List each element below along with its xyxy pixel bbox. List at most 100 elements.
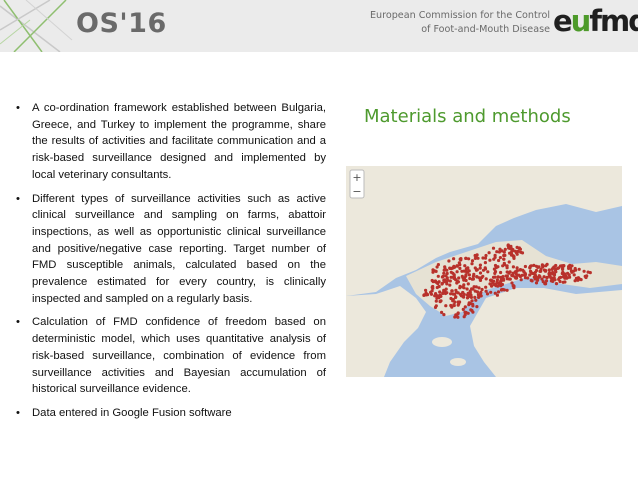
map-marker-icon[interactable]: [455, 281, 459, 285]
map-marker-icon[interactable]: [429, 292, 434, 296]
map-marker-icon[interactable]: [502, 257, 506, 261]
map-marker-icon[interactable]: [424, 288, 428, 292]
map-marker-icon[interactable]: [438, 290, 442, 294]
map-marker-icon[interactable]: [542, 275, 546, 279]
map-marker-icon[interactable]: [534, 268, 539, 273]
map-marker-icon[interactable]: [447, 259, 451, 263]
map-marker-icon[interactable]: [460, 274, 464, 278]
map-marker-icon[interactable]: [561, 266, 565, 270]
map-marker-icon[interactable]: [470, 308, 474, 313]
map-marker-icon[interactable]: [584, 275, 588, 280]
map-marker-icon[interactable]: [518, 247, 522, 251]
map-marker-icon[interactable]: [569, 269, 573, 273]
map-marker-icon[interactable]: [523, 276, 528, 280]
map-marker-icon[interactable]: [449, 275, 453, 279]
map-marker-icon[interactable]: [552, 265, 556, 269]
map-marker-icon[interactable]: [519, 278, 523, 282]
map-marker-icon[interactable]: [466, 291, 470, 295]
map-marker-icon[interactable]: [475, 305, 479, 309]
map-marker-icon[interactable]: [481, 256, 485, 260]
map-marker-icon[interactable]: [484, 277, 488, 281]
map-marker-icon[interactable]: [481, 274, 485, 278]
map-marker-icon[interactable]: [510, 281, 514, 285]
map-marker-icon[interactable]: [485, 292, 490, 296]
map-marker-icon[interactable]: [445, 291, 449, 295]
map-marker-icon[interactable]: [474, 298, 478, 302]
map-marker-icon[interactable]: [504, 274, 508, 278]
map-marker-icon[interactable]: [500, 288, 504, 292]
map-marker-icon[interactable]: [452, 273, 456, 277]
map-marker-icon[interactable]: [465, 287, 469, 291]
map-marker-icon[interactable]: [511, 271, 515, 275]
map-marker-icon[interactable]: [547, 268, 551, 272]
map-marker-icon[interactable]: [461, 285, 465, 289]
map-marker-icon[interactable]: [511, 265, 515, 269]
map-marker-icon[interactable]: [458, 257, 462, 261]
map-marker-icon[interactable]: [488, 258, 492, 262]
map-marker-icon[interactable]: [442, 271, 446, 275]
map-marker-icon[interactable]: [434, 299, 438, 303]
map-marker-icon[interactable]: [567, 273, 571, 277]
map-marker-icon[interactable]: [545, 262, 549, 266]
map-marker-icon[interactable]: [422, 293, 426, 297]
map-marker-icon[interactable]: [510, 252, 514, 256]
map-marker-icon[interactable]: [553, 278, 557, 282]
map-marker-icon[interactable]: [496, 290, 501, 294]
map-marker-icon[interactable]: [541, 264, 545, 268]
map-marker-icon[interactable]: [508, 270, 512, 274]
map-marker-icon[interactable]: [489, 278, 493, 282]
map-marker-icon[interactable]: [470, 262, 474, 266]
map-marker-icon[interactable]: [497, 258, 501, 263]
map-marker-icon[interactable]: [544, 269, 548, 273]
zoom-out-icon[interactable]: −: [352, 185, 361, 198]
map-marker-icon[interactable]: [452, 303, 456, 307]
map-marker-icon[interactable]: [452, 257, 456, 261]
map-marker-icon[interactable]: [452, 276, 456, 280]
map-marker-icon[interactable]: [579, 278, 583, 282]
map-marker-icon[interactable]: [437, 284, 441, 289]
map-marker-icon[interactable]: [443, 280, 447, 284]
map-marker-icon[interactable]: [512, 255, 516, 259]
map-marker-icon[interactable]: [430, 278, 434, 283]
map-marker-icon[interactable]: [468, 301, 472, 306]
map-marker-icon[interactable]: [448, 283, 452, 287]
map-marker-icon[interactable]: [461, 291, 465, 295]
map-marker-icon[interactable]: [499, 270, 503, 275]
map-marker-icon[interactable]: [461, 307, 465, 311]
map-marker-icon[interactable]: [505, 288, 509, 292]
map-marker-icon[interactable]: [478, 271, 483, 275]
map-marker-icon[interactable]: [478, 266, 482, 270]
map-marker-icon[interactable]: [450, 305, 454, 309]
map-marker-icon[interactable]: [442, 290, 446, 295]
map-marker-icon[interactable]: [528, 265, 532, 270]
map-marker-icon[interactable]: [436, 274, 440, 278]
map-marker-icon[interactable]: [552, 272, 556, 276]
map-marker-icon[interactable]: [520, 273, 524, 277]
map-marker-icon[interactable]: [456, 300, 460, 304]
map-marker-icon[interactable]: [426, 293, 430, 297]
map-marker-icon[interactable]: [573, 279, 577, 283]
map-marker-icon[interactable]: [479, 290, 483, 294]
map-marker-icon[interactable]: [557, 266, 561, 270]
map-marker-icon[interactable]: [475, 268, 479, 272]
map-marker-icon[interactable]: [572, 273, 576, 277]
map-marker-icon[interactable]: [563, 276, 567, 280]
map-marker-icon[interactable]: [467, 257, 471, 261]
map-marker-icon[interactable]: [523, 264, 527, 269]
map-marker-icon[interactable]: [476, 293, 480, 297]
map-marker-icon[interactable]: [505, 270, 509, 274]
map-marker-icon[interactable]: [494, 282, 498, 286]
map-marker-icon[interactable]: [561, 270, 565, 274]
map-marker-icon[interactable]: [455, 290, 459, 294]
map-marker-icon[interactable]: [577, 267, 581, 271]
map-marker-icon[interactable]: [538, 269, 542, 273]
map-marker-icon[interactable]: [438, 299, 442, 303]
map-marker-icon[interactable]: [507, 277, 511, 281]
map-marker-icon[interactable]: [454, 314, 458, 318]
map-marker-icon[interactable]: [515, 269, 519, 273]
map-marker-icon[interactable]: [493, 275, 497, 279]
map-marker-icon[interactable]: [534, 264, 539, 268]
map-marker-icon[interactable]: [455, 264, 459, 268]
map-marker-icon[interactable]: [444, 287, 448, 291]
map-marker-icon[interactable]: [464, 278, 468, 283]
